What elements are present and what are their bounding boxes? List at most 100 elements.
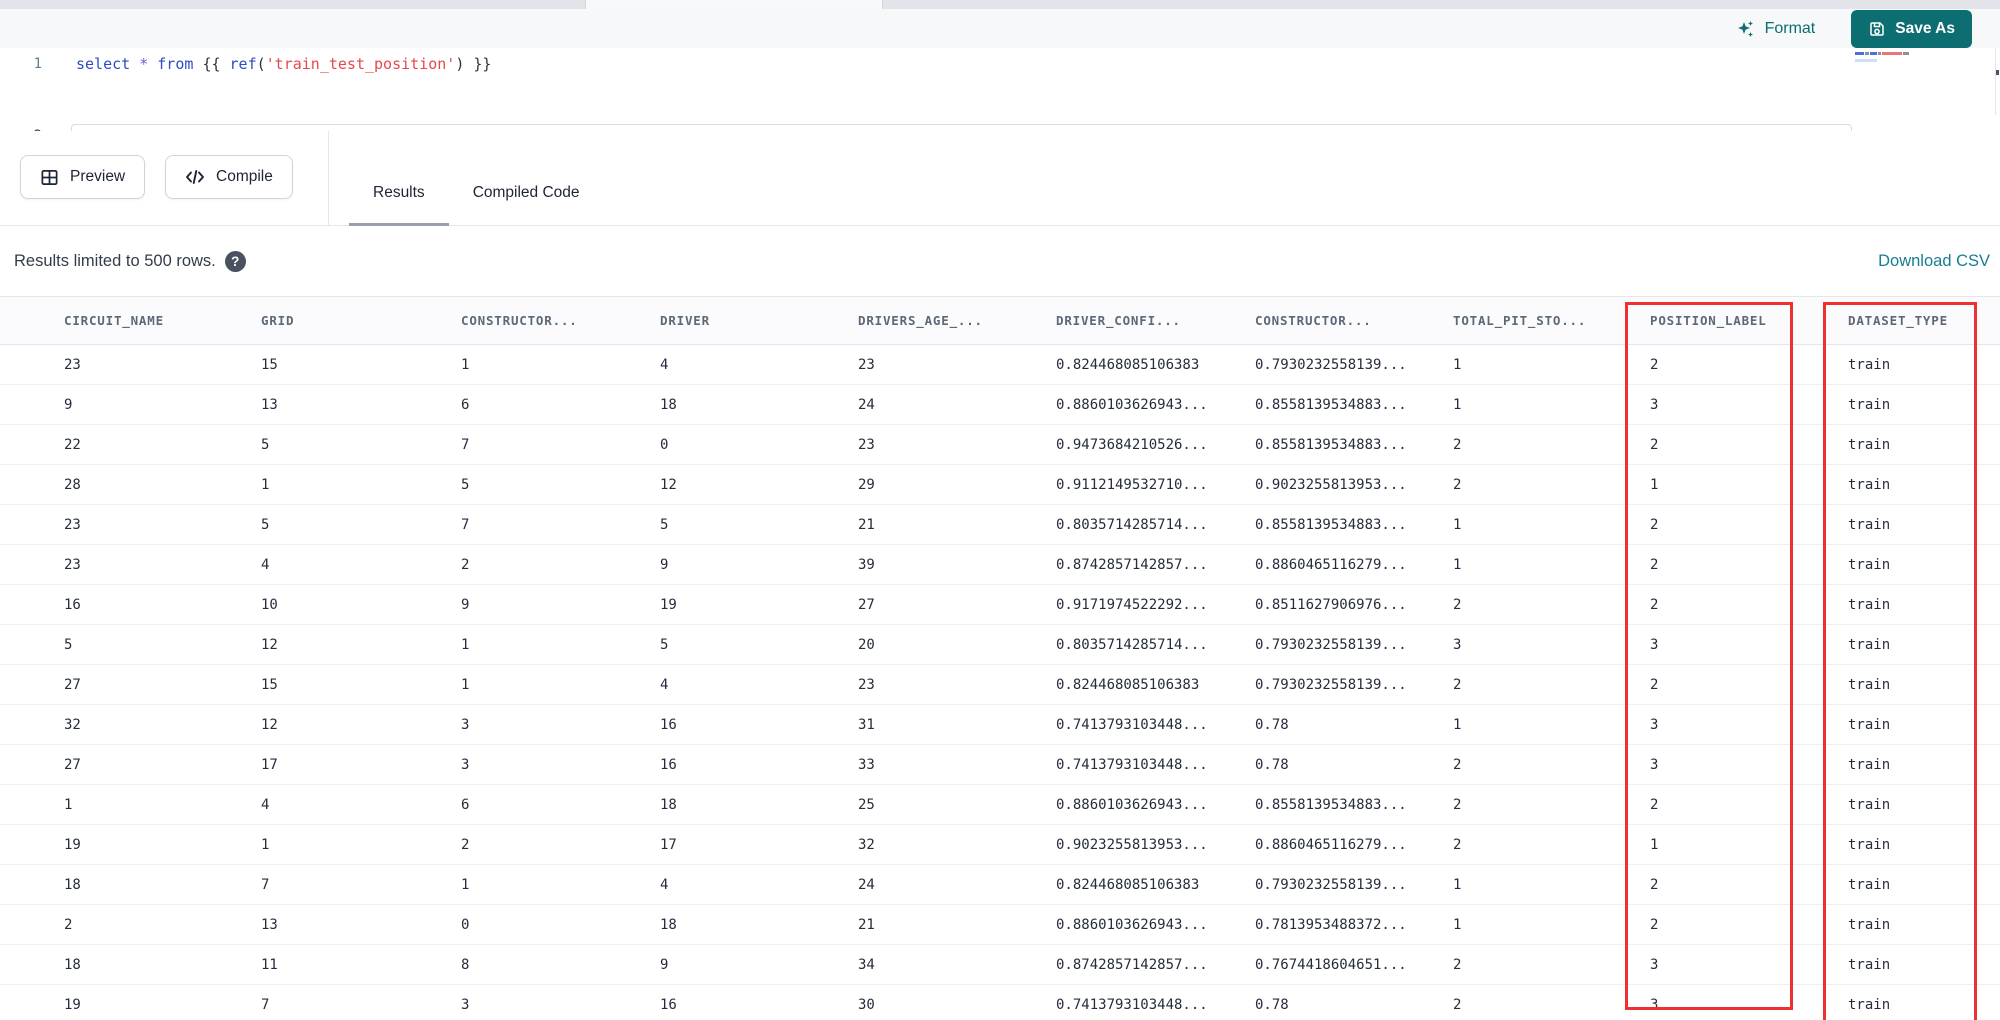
table-cell: 23 xyxy=(64,516,81,533)
table-cell: 9 xyxy=(461,596,470,613)
table-cell: 11 xyxy=(261,956,278,973)
active-browser-tab[interactable] xyxy=(585,0,883,9)
table-cell: 5 xyxy=(261,516,270,533)
table-cell: 1 xyxy=(1453,516,1462,533)
table-cell: 1 xyxy=(1453,916,1462,933)
table-cell: 0 xyxy=(461,916,470,933)
sparkles-icon xyxy=(1737,20,1753,37)
table-cell: 0.824468085106383 xyxy=(1056,676,1200,693)
table-cell: 0.8860103626943... xyxy=(1056,916,1208,933)
sql-editor[interactable]: 1 select * from {{ ref('train_test_posit… xyxy=(0,48,2000,146)
table-cell: 18 xyxy=(660,796,677,813)
table-cell: 3 xyxy=(461,716,470,733)
table-cell: 1 xyxy=(261,476,270,493)
table-cell: 1 xyxy=(1453,716,1462,733)
table-cell: 23 xyxy=(64,556,81,573)
column-header-5: DRIVER_CONFI... xyxy=(1056,313,1181,328)
table-cell: 32 xyxy=(64,716,81,733)
table-cell: 5 xyxy=(660,516,669,533)
editor-minimap xyxy=(1855,52,1915,68)
code-line-1-content: select * from {{ ref('train_test_positio… xyxy=(76,55,491,73)
table-cell: 21 xyxy=(858,516,875,533)
table-cell: 4 xyxy=(660,876,669,893)
column-header-0: CIRCUIT_NAME xyxy=(64,313,164,328)
table-cell: 20 xyxy=(858,636,875,653)
table-cell: 2 xyxy=(1453,596,1462,613)
download-csv-link[interactable]: Download CSV xyxy=(1878,252,1990,271)
table-cell: 0.7813953488372... xyxy=(1255,916,1407,933)
table-cell: 3 xyxy=(461,756,470,773)
table-cell: 2 xyxy=(1453,756,1462,773)
table-cell: 0.7674418604651... xyxy=(1255,956,1407,973)
table-cell: 0.9171974522292... xyxy=(1056,596,1208,613)
table-cell: 28 xyxy=(64,476,81,493)
table-cell: 1 xyxy=(461,676,470,693)
editor-scroll-ruler[interactable] xyxy=(1995,48,1996,115)
code-token-keyword: select xyxy=(76,55,140,73)
format-label: Format xyxy=(1764,19,1816,37)
table-cell: 0.8860465116279... xyxy=(1255,556,1407,573)
table-cell: 18 xyxy=(64,956,81,973)
table-cell: 2 xyxy=(1453,676,1462,693)
table-cell: 0.78 xyxy=(1255,756,1289,773)
table-cell: 7 xyxy=(461,436,470,453)
table-cell: 27 xyxy=(64,756,81,773)
table-cell: 19 xyxy=(64,996,81,1013)
code-icon xyxy=(186,170,204,184)
compile-button[interactable]: Compile xyxy=(165,155,293,199)
table-cell: 4 xyxy=(660,676,669,693)
table-cell: 0.8511627906976... xyxy=(1255,596,1407,613)
table-cell: 0.9112149532710... xyxy=(1056,476,1208,493)
table-cell: 23 xyxy=(858,436,875,453)
table-cell: 22 xyxy=(64,436,81,453)
save-icon xyxy=(1870,21,1884,36)
table-cell: 0.8860103626943... xyxy=(1056,796,1208,813)
table-cell: 7 xyxy=(461,516,470,533)
table-cell: 0.8558139534883... xyxy=(1255,796,1407,813)
table-cell: 19 xyxy=(660,596,677,613)
tab-results-label: Results xyxy=(373,184,425,201)
table-cell: 9 xyxy=(64,396,73,413)
table-cell: 30 xyxy=(858,996,875,1013)
format-button[interactable]: Format xyxy=(1736,19,1816,39)
results-limit-text: Results limited to 500 rows. xyxy=(14,252,216,270)
results-info-bar: Results limited to 500 rows. ? Download … xyxy=(0,227,2000,296)
table-cell: 17 xyxy=(261,756,278,773)
table-cell: 3 xyxy=(461,996,470,1013)
column-header-1: GRID xyxy=(261,313,295,328)
code-token-string: 'train_test_position' xyxy=(265,55,456,73)
table-cell: 24 xyxy=(858,396,875,413)
column-header-4: DRIVERS_AGE_... xyxy=(858,313,983,328)
save-as-button[interactable]: Save As xyxy=(1851,9,1972,48)
table-cell: 0.8860103626943... xyxy=(1056,396,1208,413)
table-cell: 0.9023255813953... xyxy=(1255,476,1407,493)
table-cell: 39 xyxy=(858,556,875,573)
compile-label: Compile xyxy=(216,168,273,185)
table-cell: 1 xyxy=(1453,396,1462,413)
table-cell: 0.9473684210526... xyxy=(1056,436,1208,453)
column-header-6: CONSTRUCTOR... xyxy=(1255,313,1372,328)
tab-compiled-code[interactable]: Compiled Code xyxy=(449,160,604,226)
table-cell: 17 xyxy=(660,836,677,853)
table-cell: 21 xyxy=(858,916,875,933)
column-header-2: CONSTRUCTOR... xyxy=(461,313,578,328)
table-cell: 0.78 xyxy=(1255,996,1289,1013)
table-cell: 0 xyxy=(660,436,669,453)
table-cell: 0.824468085106383 xyxy=(1056,356,1200,373)
code-token-plain: ( xyxy=(256,55,266,73)
table-cell: 5 xyxy=(64,636,73,653)
preview-button[interactable]: Preview xyxy=(20,155,146,199)
table-cell: 4 xyxy=(261,796,270,813)
table-cell: 0.8558139534883... xyxy=(1255,436,1407,453)
tab-results[interactable]: Results xyxy=(349,160,449,226)
table-cell: 12 xyxy=(261,716,278,733)
table-cell: 23 xyxy=(858,356,875,373)
table-cell: 6 xyxy=(461,796,470,813)
table-cell: 0.8558139534883... xyxy=(1255,516,1407,533)
table-cell: 2 xyxy=(461,556,470,573)
table-cell: 19 xyxy=(64,836,81,853)
table-cell: 29 xyxy=(858,476,875,493)
help-icon[interactable]: ? xyxy=(224,251,246,272)
table-cell: 0.7930232558139... xyxy=(1255,636,1407,653)
table-cell: 1 xyxy=(1453,556,1462,573)
